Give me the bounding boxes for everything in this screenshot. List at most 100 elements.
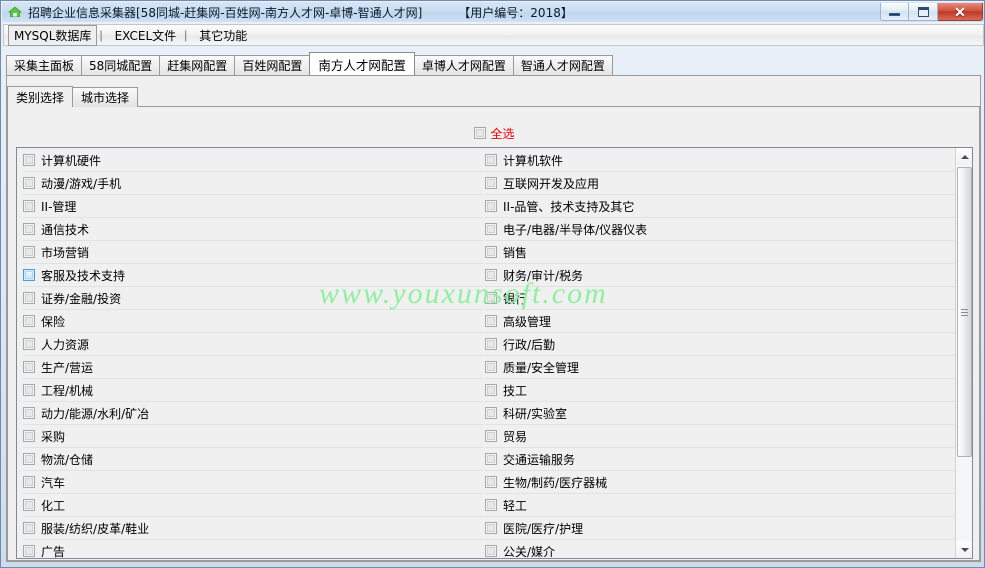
list-item[interactable]: 通信技术 <box>23 218 483 241</box>
category-checkbox[interactable] <box>23 545 35 557</box>
category-checkbox[interactable] <box>23 384 35 396</box>
category-checkbox[interactable] <box>485 476 497 488</box>
category-checkbox[interactable] <box>23 407 35 419</box>
category-checkbox[interactable] <box>23 223 35 235</box>
list-item[interactable]: 服装/纺织/皮革/鞋业 <box>23 517 483 540</box>
list-item[interactable]: 交通运输服务 <box>485 448 955 471</box>
category-checkbox[interactable] <box>23 177 35 189</box>
scroll-down-button[interactable] <box>956 541 972 558</box>
category-checkbox[interactable] <box>23 476 35 488</box>
list-item[interactable]: 证券/金融/投资 <box>23 287 483 310</box>
tab-5[interactable]: 卓博人才网配置 <box>413 55 514 75</box>
category-checkbox[interactable] <box>485 315 497 327</box>
category-checkbox[interactable] <box>485 545 497 557</box>
category-checkbox[interactable] <box>485 154 497 166</box>
menu-item-2[interactable]: 其它功能 <box>193 25 253 46</box>
list-item[interactable]: 贸易 <box>485 425 955 448</box>
menu-item-0[interactable]: MYSQL数据库 <box>8 24 98 46</box>
category-checkbox[interactable] <box>485 453 497 465</box>
list-item[interactable]: 采购 <box>23 425 483 448</box>
list-item[interactable]: 行政/后勤 <box>485 333 955 356</box>
minimize-button[interactable] <box>880 3 909 21</box>
list-item[interactable]: 人力资源 <box>23 333 483 356</box>
list-item[interactable]: 医院/医疗/护理 <box>485 517 955 540</box>
tab-1[interactable]: 58同城配置 <box>81 55 161 75</box>
menu-separator: | <box>99 28 103 42</box>
tab-0[interactable]: 采集主面板 <box>6 55 83 75</box>
inner-tab-0[interactable]: 类别选择 <box>7 86 74 107</box>
category-checkbox[interactable] <box>23 499 35 511</box>
category-checkbox[interactable] <box>485 223 497 235</box>
category-checkbox[interactable] <box>23 453 35 465</box>
select-all-row[interactable]: 全选 <box>8 123 979 143</box>
category-checkbox[interactable] <box>23 361 35 373</box>
list-item[interactable]: 保险 <box>23 310 483 333</box>
category-checkbox[interactable] <box>485 522 497 534</box>
list-item[interactable]: 广告 <box>23 540 483 558</box>
category-checkbox[interactable] <box>485 384 497 396</box>
category-label: 互联网开发及应用 <box>503 176 600 191</box>
list-item[interactable]: 技工 <box>485 379 955 402</box>
category-checkbox[interactable] <box>485 246 497 258</box>
list-item[interactable]: II-品管、技术支持及其它 <box>485 195 955 218</box>
list-item[interactable]: 电子/电器/半导体/仪器仪表 <box>485 218 955 241</box>
list-item[interactable]: 动漫/游戏/手机 <box>23 172 483 195</box>
list-item[interactable]: 化工 <box>23 494 483 517</box>
list-item[interactable]: 财务/审计/税务 <box>485 264 955 287</box>
category-checkbox[interactable] <box>23 430 35 442</box>
tab-6[interactable]: 智通人才网配置 <box>512 55 613 75</box>
list-item[interactable]: 银行 <box>485 287 955 310</box>
maximize-button[interactable] <box>909 3 938 21</box>
list-item[interactable]: 生产/营运 <box>23 356 483 379</box>
category-checkbox[interactable] <box>23 522 35 534</box>
menu-item-1[interactable]: EXCEL文件 <box>109 25 183 46</box>
scroll-up-button[interactable] <box>956 148 972 165</box>
category-checkbox[interactable] <box>23 315 35 327</box>
list-item[interactable]: 生物/制药/医疗器械 <box>485 471 955 494</box>
category-checkbox[interactable] <box>23 200 35 212</box>
category-checkbox[interactable] <box>485 338 497 350</box>
list-item[interactable]: II-管理 <box>23 195 483 218</box>
select-all-label: 全选 <box>490 126 515 141</box>
list-item[interactable]: 物流/仓储 <box>23 448 483 471</box>
category-checkbox[interactable] <box>485 200 497 212</box>
category-label: 计算机软件 <box>503 153 564 168</box>
close-button[interactable]: ✕ <box>938 3 983 21</box>
category-checkbox[interactable] <box>485 177 497 189</box>
list-item[interactable]: 客服及技术支持 <box>23 264 483 287</box>
list-item[interactable]: 公关/媒介 <box>485 540 955 558</box>
category-checkbox[interactable] <box>23 292 35 304</box>
category-checkbox[interactable] <box>23 269 35 281</box>
tab-2[interactable]: 赶集网配置 <box>159 55 236 75</box>
category-label: 动力/能源/水利/矿冶 <box>41 406 150 421</box>
category-checkbox[interactable] <box>485 430 497 442</box>
scroll-thumb[interactable] <box>957 167 972 457</box>
category-checkbox[interactable] <box>23 246 35 258</box>
arrow-up-icon <box>960 154 969 159</box>
list-item[interactable]: 计算机软件 <box>485 149 955 172</box>
list-item[interactable]: 计算机硬件 <box>23 149 483 172</box>
list-item[interactable]: 市场营销 <box>23 241 483 264</box>
category-label: II-管理 <box>41 199 77 214</box>
category-checkbox[interactable] <box>485 269 497 281</box>
tab-3[interactable]: 百姓网配置 <box>234 55 311 75</box>
category-checkbox[interactable] <box>23 338 35 350</box>
list-item[interactable]: 轻工 <box>485 494 955 517</box>
list-item[interactable]: 汽车 <box>23 471 483 494</box>
select-all-checkbox[interactable] <box>474 127 487 139</box>
category-checkbox[interactable] <box>485 499 497 511</box>
inner-tab-1[interactable]: 城市选择 <box>72 87 139 107</box>
category-checkbox[interactable] <box>23 154 35 166</box>
vertical-scrollbar[interactable] <box>955 148 972 558</box>
list-item[interactable]: 高级管理 <box>485 310 955 333</box>
list-item[interactable]: 质量/安全管理 <box>485 356 955 379</box>
tab-4[interactable]: 南方人才网配置 <box>309 52 415 75</box>
list-item[interactable]: 销售 <box>485 241 955 264</box>
category-checkbox[interactable] <box>485 361 497 373</box>
list-item[interactable]: 科研/实验室 <box>485 402 955 425</box>
category-checkbox[interactable] <box>485 407 497 419</box>
list-item[interactable]: 动力/能源/水利/矿冶 <box>23 402 483 425</box>
list-item[interactable]: 工程/机械 <box>23 379 483 402</box>
list-item[interactable]: 互联网开发及应用 <box>485 172 955 195</box>
category-checkbox[interactable] <box>485 292 497 304</box>
